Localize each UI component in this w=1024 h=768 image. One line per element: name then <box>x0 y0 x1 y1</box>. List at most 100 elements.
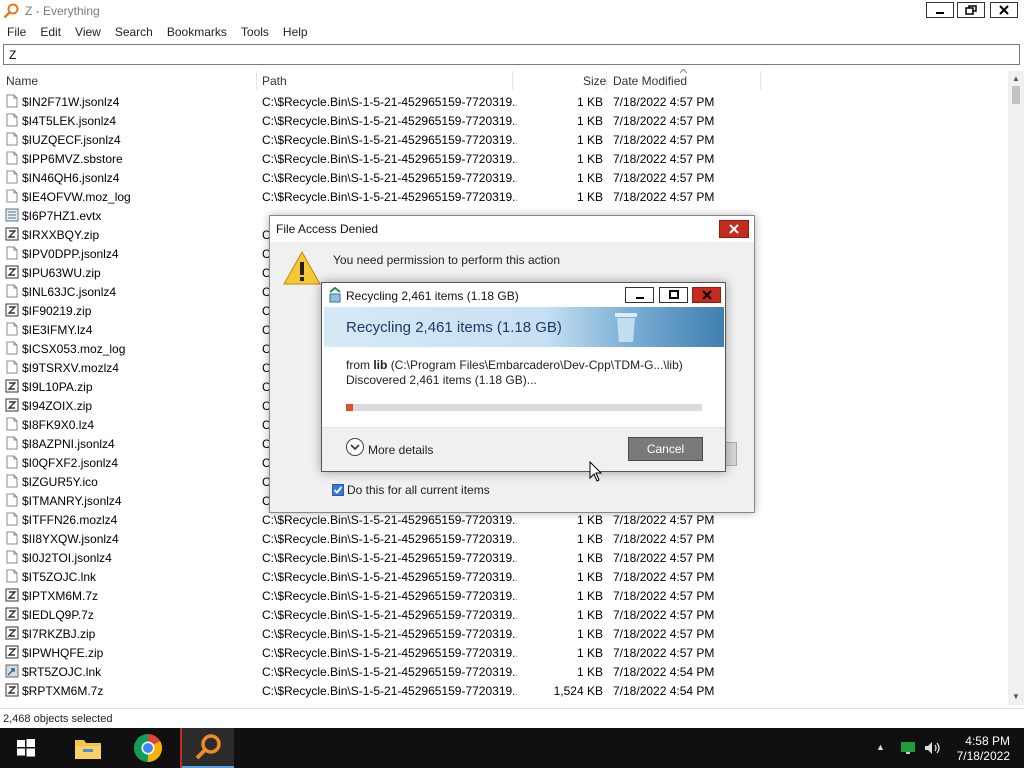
row-name: $IN2F71W.jsonlz4 <box>22 95 120 109</box>
row-size: 1,524 KB <box>553 684 603 698</box>
menu-tools[interactable]: Tools <box>234 25 276 39</box>
column-header-size[interactable]: Size <box>583 74 606 88</box>
column-header-name[interactable]: Name <box>6 74 38 88</box>
scroll-down-icon[interactable]: ▼ <box>1008 689 1024 705</box>
column-header-path[interactable]: Path <box>262 74 287 88</box>
table-row[interactable]: $IUZQECF.jsonlz4 C:\$Recycle.Bin\S-1-5-21… <box>0 130 760 149</box>
vertical-scrollbar[interactable]: ▲ ▼ <box>1008 71 1024 705</box>
table-row[interactable]: $II8YXQW.jsonlz4 C:\$Recycle.Bin\S-1-5-21… <box>0 529 760 548</box>
row-date: 7/18/2022 4:54 PM <box>613 665 715 679</box>
dialog-message: You need permission to perform this acti… <box>333 253 561 267</box>
file-icon <box>5 360 19 374</box>
taskbar-chrome[interactable] <box>122 728 174 768</box>
row-name: $I8FK9X0.lz4 <box>22 418 95 432</box>
table-row[interactable]: $IPTXM6M.7z C:\$Recycle.Bin\S-1-5-21-4529… <box>0 586 760 605</box>
dialog-button-partial[interactable] <box>725 442 737 466</box>
table-row[interactable]: $I7RKZBJ.zip C:\$Recycle.Bin\S-1-5-21-452… <box>0 624 760 643</box>
row-path: C:\$Recycle.Bin\S-1-5-21-452965159-77203… <box>262 114 517 128</box>
minimize-button[interactable] <box>926 2 954 18</box>
table-row[interactable]: $IEDLQ9P.7z C:\$Recycle.Bin\S-1-5-21-4529… <box>0 605 760 624</box>
row-size: 1 KB <box>576 513 603 527</box>
progress-bar <box>346 404 702 411</box>
row-path: C:\$Recycle.Bin\S-1-5-21-452965159-77203… <box>262 513 517 527</box>
minimize-icon <box>635 297 644 299</box>
zip-icon <box>5 645 19 659</box>
zip-icon <box>5 588 19 602</box>
table-row[interactable]: $IE4OFVW.moz_log C:\$Recycle.Bin\S-1-5-21… <box>0 187 760 206</box>
menu-bookmarks[interactable]: Bookmarks <box>160 25 234 39</box>
table-row[interactable]: $IN46QH6.jsonlz4 C:\$Recycle.Bin\S-1-5-21… <box>0 168 760 187</box>
recycling-footer: More details Cancel <box>322 427 725 471</box>
row-path: C:\$Recycle.Bin\S-1-5-21-452965159-77203… <box>262 684 517 698</box>
row-name: $II8YXQW.jsonlz4 <box>22 532 119 546</box>
row-name: $IE3IFMY.lz4 <box>22 323 93 337</box>
menu-edit[interactable]: Edit <box>33 25 68 39</box>
evtx-icon <box>5 208 19 222</box>
minimize-icon <box>936 12 944 14</box>
row-size: 1 KB <box>576 589 603 603</box>
row-date: 7/18/2022 4:57 PM <box>613 551 715 565</box>
row-name: $I94ZOIX.zip <box>22 399 93 413</box>
start-button[interactable] <box>0 728 52 768</box>
cancel-button[interactable]: Cancel <box>628 437 703 461</box>
row-name: $IPV0DPP.jsonlz4 <box>22 247 119 261</box>
table-row[interactable]: $RPTXM6M.7z C:\$Recycle.Bin\S-1-5-21-4529… <box>0 681 760 700</box>
menu-file[interactable]: File <box>0 25 33 39</box>
row-path: C:\$Recycle.Bin\S-1-5-21-452965159-77203… <box>262 95 517 109</box>
table-row[interactable]: $IPWHQFE.zip C:\$Recycle.Bin\S-1-5-21-452… <box>0 643 760 662</box>
row-name: $RPTXM6M.7z <box>22 684 104 698</box>
more-details-toggle[interactable]: More details <box>368 443 433 457</box>
file-icon <box>5 531 19 545</box>
table-row[interactable]: $RT5ZOJC.lnk C:\$Recycle.Bin\S-1-5-21-452… <box>0 662 760 681</box>
volume-icon[interactable] <box>924 741 942 755</box>
row-path: C:\$Recycle.Bin\S-1-5-21-452965159-77203… <box>262 152 517 166</box>
clock-time: 4:58 PM <box>965 734 1010 748</box>
menu-search[interactable]: Search <box>108 25 160 39</box>
sort-arrow-icon <box>680 69 687 74</box>
row-name: $INL63JC.jsonlz4 <box>22 285 117 299</box>
row-date: 7/18/2022 4:57 PM <box>613 152 715 166</box>
row-date: 7/18/2022 4:57 PM <box>613 133 715 147</box>
taskbar-file-explorer[interactable] <box>62 728 114 768</box>
apply-all-checkbox[interactable] <box>332 484 344 496</box>
recycling-close-button[interactable] <box>692 287 721 303</box>
recycle-bin-icon <box>615 313 637 342</box>
from-prefix: from <box>346 358 374 372</box>
row-name: $I9L10PA.zip <box>22 380 93 394</box>
scroll-up-icon[interactable]: ▲ <box>1008 71 1024 87</box>
table-row[interactable]: $IPP6MVZ.sbstore C:\$Recycle.Bin\S-1-5-21… <box>0 149 760 168</box>
recycling-maximize-button[interactable] <box>659 287 688 303</box>
row-size: 1 KB <box>576 95 603 109</box>
menu-view[interactable]: View <box>68 25 108 39</box>
row-name: $IPWHQFE.zip <box>22 646 104 660</box>
row-size: 1 KB <box>576 551 603 565</box>
dialog-close-button[interactable] <box>719 220 749 238</box>
row-date: 7/18/2022 4:54 PM <box>613 684 715 698</box>
column-header-date-modified[interactable]: Date Modified <box>613 74 687 88</box>
row-name: $IEDLQ9P.7z <box>22 608 94 622</box>
search-input[interactable]: Z <box>3 44 1020 65</box>
row-date: 7/18/2022 4:57 PM <box>613 171 715 185</box>
taskbar-everything[interactable] <box>182 728 234 768</box>
tray-overflow-icon[interactable]: ▲ <box>876 742 885 752</box>
apply-all-checkbox-label[interactable]: Do this for all current items <box>347 483 490 497</box>
row-date: 7/18/2022 4:57 PM <box>613 532 715 546</box>
zip-icon <box>5 379 19 393</box>
chevron-down-icon[interactable] <box>346 438 364 456</box>
row-date: 7/18/2022 4:57 PM <box>613 627 715 641</box>
restore-button[interactable] <box>957 2 985 18</box>
table-row[interactable]: $IN2F71W.jsonlz4 C:\$Recycle.Bin\S-1-5-21… <box>0 92 760 111</box>
table-row[interactable]: $IT5ZOJC.lnk C:\$Recycle.Bin\S-1-5-21-452… <box>0 567 760 586</box>
scroll-thumb[interactable] <box>1012 86 1020 104</box>
everything-app-icon <box>3 3 19 19</box>
close-button[interactable] <box>990 2 1018 18</box>
lnk-icon <box>5 664 19 678</box>
recycling-minimize-button[interactable] <box>625 287 654 303</box>
folder-icon <box>75 740 101 759</box>
network-icon[interactable] <box>900 741 916 755</box>
zip-icon <box>5 303 19 317</box>
table-row[interactable]: $I4T5LEK.jsonlz4 C:\$Recycle.Bin\S-1-5-21… <box>0 111 760 130</box>
menu-help[interactable]: Help <box>276 25 315 39</box>
clock[interactable]: 4:58 PM 7/18/2022 <box>950 734 1010 764</box>
table-row[interactable]: $I0J2TOI.jsonlz4 C:\$Recycle.Bin\S-1-5-21… <box>0 548 760 567</box>
